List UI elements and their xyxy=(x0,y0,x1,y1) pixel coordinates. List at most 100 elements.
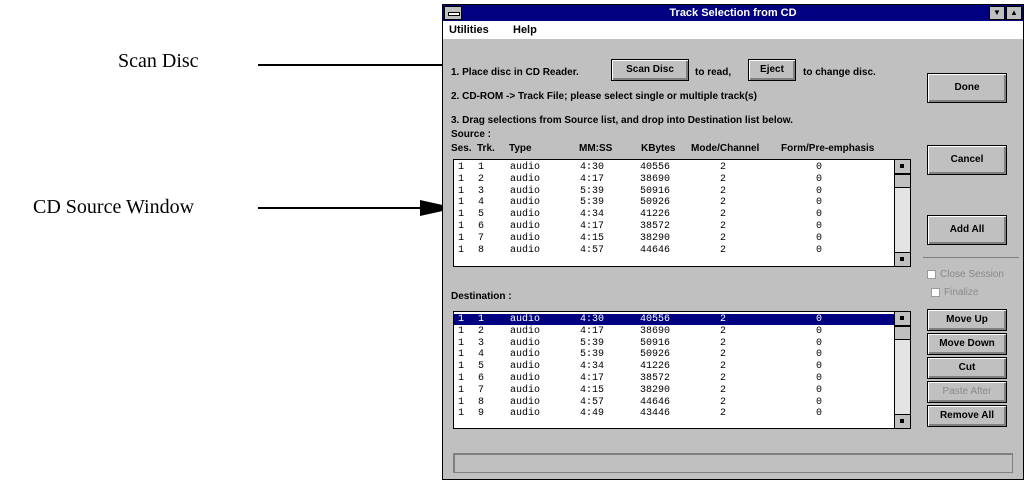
track-cell: 0 xyxy=(816,314,823,325)
scroll-up-icon[interactable] xyxy=(895,160,910,174)
scroll-thumb[interactable] xyxy=(895,326,910,340)
track-row[interactable]: 1 3 audio 5:39 50916 2 0 xyxy=(454,338,894,349)
track-row[interactable]: 1 1 audio 4:30 40556 2 0 xyxy=(454,314,894,325)
system-menu-icon[interactable] xyxy=(444,6,462,20)
track-cell: 2 xyxy=(720,384,727,396)
column-header: Mode/Channel xyxy=(691,143,760,154)
track-cell: audio xyxy=(510,314,541,325)
close-session-checkbox[interactable]: Close Session xyxy=(927,269,1004,280)
track-row[interactable]: 1 7 audio 4:15 38290 2 0 xyxy=(454,233,894,244)
track-cell: 1 xyxy=(458,408,465,420)
track-cell: 1 xyxy=(458,337,465,349)
track-cell: 4:57 xyxy=(580,396,605,408)
source-scrollbar[interactable] xyxy=(894,160,910,266)
track-cell: 1 xyxy=(458,361,465,373)
finalize-checkbox[interactable]: Finalize xyxy=(931,287,978,298)
track-row[interactable]: 1 4 audio 5:39 50926 2 0 xyxy=(454,349,894,360)
track-cell: 5:39 xyxy=(580,337,605,349)
scroll-thumb[interactable] xyxy=(895,174,910,188)
track-cell: 5:39 xyxy=(580,197,605,209)
track-cell: 38572 xyxy=(640,221,671,232)
track-row[interactable]: 1 3 audio 5:39 50916 2 0 xyxy=(454,186,894,197)
move-up-button[interactable]: Move Up xyxy=(927,309,1007,331)
track-cell: 1 xyxy=(458,185,465,197)
paste-after-button[interactable]: Paste After xyxy=(927,381,1007,403)
track-cell: 6 xyxy=(478,221,485,232)
track-row[interactable]: 1 4 audio 5:39 50926 2 0 xyxy=(454,197,894,208)
cancel-button[interactable]: Cancel xyxy=(927,145,1007,175)
callout-scan-disc: Scan Disc xyxy=(118,50,199,72)
track-cell: 41226 xyxy=(640,361,671,373)
cut-button[interactable]: Cut xyxy=(927,357,1007,379)
track-cell: 1 xyxy=(458,209,465,221)
track-row[interactable]: 1 6 audio 4:17 38572 2 0 xyxy=(454,373,894,384)
track-row[interactable]: 1 6 audio 4:17 38572 2 0 xyxy=(454,221,894,232)
track-cell: 2 xyxy=(720,373,727,384)
move-down-button[interactable]: Move Down xyxy=(927,333,1007,355)
track-row[interactable]: 1 1 audio 4:30 40556 2 0 xyxy=(454,162,894,173)
track-cell: 0 xyxy=(816,173,823,185)
track-cell: 7 xyxy=(478,384,485,396)
track-cell: audio xyxy=(510,325,541,337)
scroll-up-icon[interactable] xyxy=(895,312,910,326)
track-cell: 1 xyxy=(478,314,485,325)
eject-button[interactable]: Eject xyxy=(748,59,796,81)
menu-help[interactable]: Help xyxy=(513,24,537,36)
column-header: Form/Pre-emphasis xyxy=(781,143,875,154)
instruction-step2: 2. CD-ROM -> Track File; please select s… xyxy=(451,91,757,102)
track-cell: 0 xyxy=(816,349,823,361)
source-label: Source : xyxy=(451,129,492,140)
track-cell: 1 xyxy=(458,232,465,244)
status-bar xyxy=(453,453,1013,473)
track-cell: audio xyxy=(510,221,541,232)
track-row[interactable]: 1 2 audio 4:17 38690 2 0 xyxy=(454,326,894,337)
track-row[interactable]: 1 5 audio 4:34 41226 2 0 xyxy=(454,361,894,372)
track-cell: 0 xyxy=(816,396,823,408)
track-row[interactable]: 1 2 audio 4:17 38690 2 0 xyxy=(454,174,894,185)
instruction-step1-read: to read, xyxy=(695,67,732,78)
track-cell: 2 xyxy=(720,361,727,373)
scroll-down-icon[interactable] xyxy=(895,252,910,266)
scroll-down-icon[interactable] xyxy=(895,414,910,428)
track-cell: 1 xyxy=(458,314,465,325)
destination-track-list[interactable]: 1 9 audio 4:49 43446 2 0 1 8 audio 4:57 44646 2 0 1 7 au… xyxy=(453,311,911,429)
track-cell: 4:17 xyxy=(580,373,605,384)
track-cell: 38572 xyxy=(640,373,671,384)
callout-arrow-cd-source xyxy=(258,207,423,209)
track-cell: 2 xyxy=(720,408,727,420)
track-cell: 2 xyxy=(720,396,727,408)
track-cell: 0 xyxy=(816,197,823,209)
track-cell: 5:39 xyxy=(580,349,605,361)
track-cell: 4:49 xyxy=(580,408,605,420)
track-cell: 2 xyxy=(720,185,727,197)
scan-disc-button[interactable]: Scan Disc xyxy=(611,59,689,81)
track-cell: audio xyxy=(510,185,541,197)
track-cell: 2 xyxy=(720,337,727,349)
track-row[interactable]: 1 8 audio 4:57 44646 2 0 xyxy=(454,245,894,256)
track-cell: 50926 xyxy=(640,197,671,209)
destination-label: Destination : xyxy=(451,291,512,302)
instruction-step1: 1. Place disc in CD Reader. xyxy=(451,67,579,78)
track-cell: 0 xyxy=(816,325,823,337)
maximize-icon[interactable]: ▲ xyxy=(1006,6,1022,20)
track-cell: 41226 xyxy=(640,209,671,221)
track-cell: 2 xyxy=(720,221,727,232)
track-row[interactable]: 1 8 audio 4:57 44646 2 0 xyxy=(454,397,894,408)
destination-scrollbar[interactable] xyxy=(894,312,910,428)
done-button[interactable]: Done xyxy=(927,73,1007,103)
track-row[interactable]: 1 9 audio 4:49 43446 2 0 xyxy=(454,408,894,419)
track-cell: 50926 xyxy=(640,349,671,361)
track-cell: 38290 xyxy=(640,384,671,396)
source-track-list[interactable]: 1 8 audio 4:57 44646 2 0 1 7 audio 4:15 38290 2 0 1 6 au… xyxy=(453,159,911,267)
minimize-icon[interactable]: ▼ xyxy=(989,6,1005,20)
track-cell: 4 xyxy=(478,197,485,209)
track-cell: audio xyxy=(510,408,541,420)
add-all-button[interactable]: Add All xyxy=(927,215,1007,245)
track-cell: 4:34 xyxy=(580,209,605,221)
track-cell: 5:39 xyxy=(580,185,605,197)
menu-utilities[interactable]: Utilities xyxy=(449,24,489,36)
track-row[interactable]: 1 7 audio 4:15 38290 2 0 xyxy=(454,385,894,396)
track-cell: 1 xyxy=(458,162,465,173)
track-row[interactable]: 1 5 audio 4:34 41226 2 0 xyxy=(454,209,894,220)
remove-all-button[interactable]: Remove All xyxy=(927,405,1007,427)
